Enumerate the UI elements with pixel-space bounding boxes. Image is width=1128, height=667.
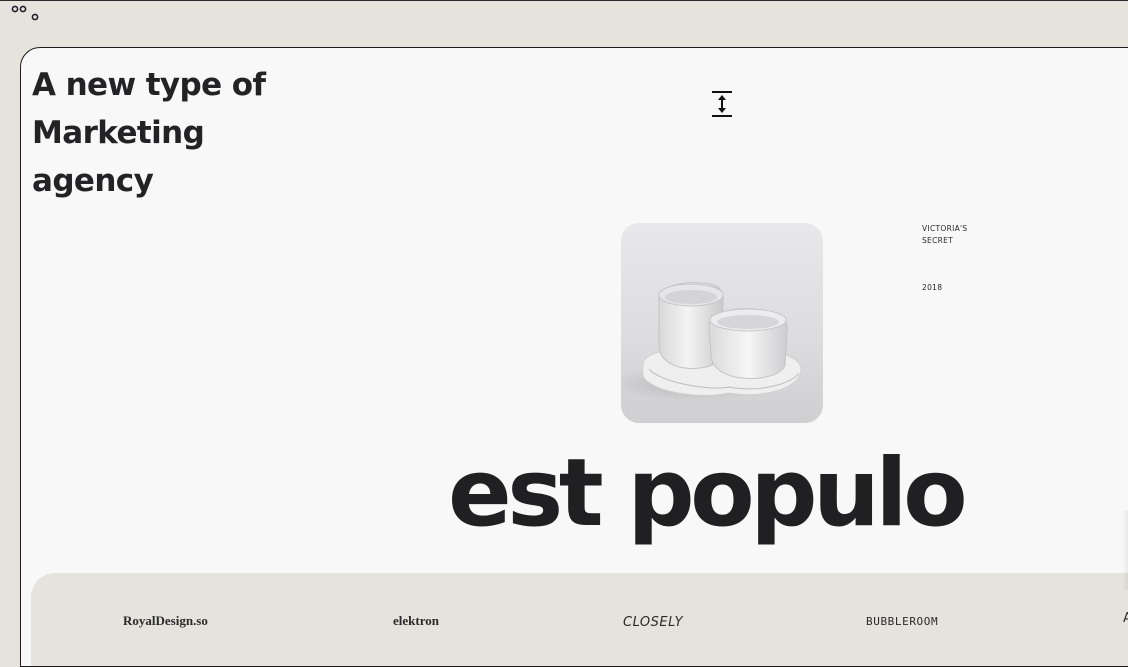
brand-logo-royaldesign[interactable]: RoyalDesign.so (123, 613, 208, 629)
edge-shadow (1122, 510, 1128, 590)
hero-card: A new type of Marketing agency VICTORIA'… (20, 47, 1128, 667)
client-name: VICTORIA'S SECRET (922, 224, 968, 245)
brand-logos-strip: RoyalDesign.so elektron CLOSELY BUBBLERO… (31, 573, 1128, 666)
brand-logo-bubbleroom[interactable]: BUBBLEROOM (866, 615, 938, 628)
hero-headline: A new type of Marketing agency (32, 67, 266, 199)
project-year: 2018 (922, 283, 943, 292)
brand-logo-closely[interactable]: CLOSELY (623, 615, 683, 630)
product-image[interactable] (621, 223, 823, 423)
ceramic-cups-illustration (621, 282, 802, 401)
vertical-resize-icon[interactable] (710, 89, 734, 119)
brand-logo-partial[interactable]: A (1123, 611, 1128, 626)
top-bar (0, 0, 1128, 38)
logo-icon[interactable] (10, 2, 42, 24)
brand-logo-elektron[interactable]: elektron (393, 613, 439, 629)
project-title: est populo (448, 439, 968, 548)
